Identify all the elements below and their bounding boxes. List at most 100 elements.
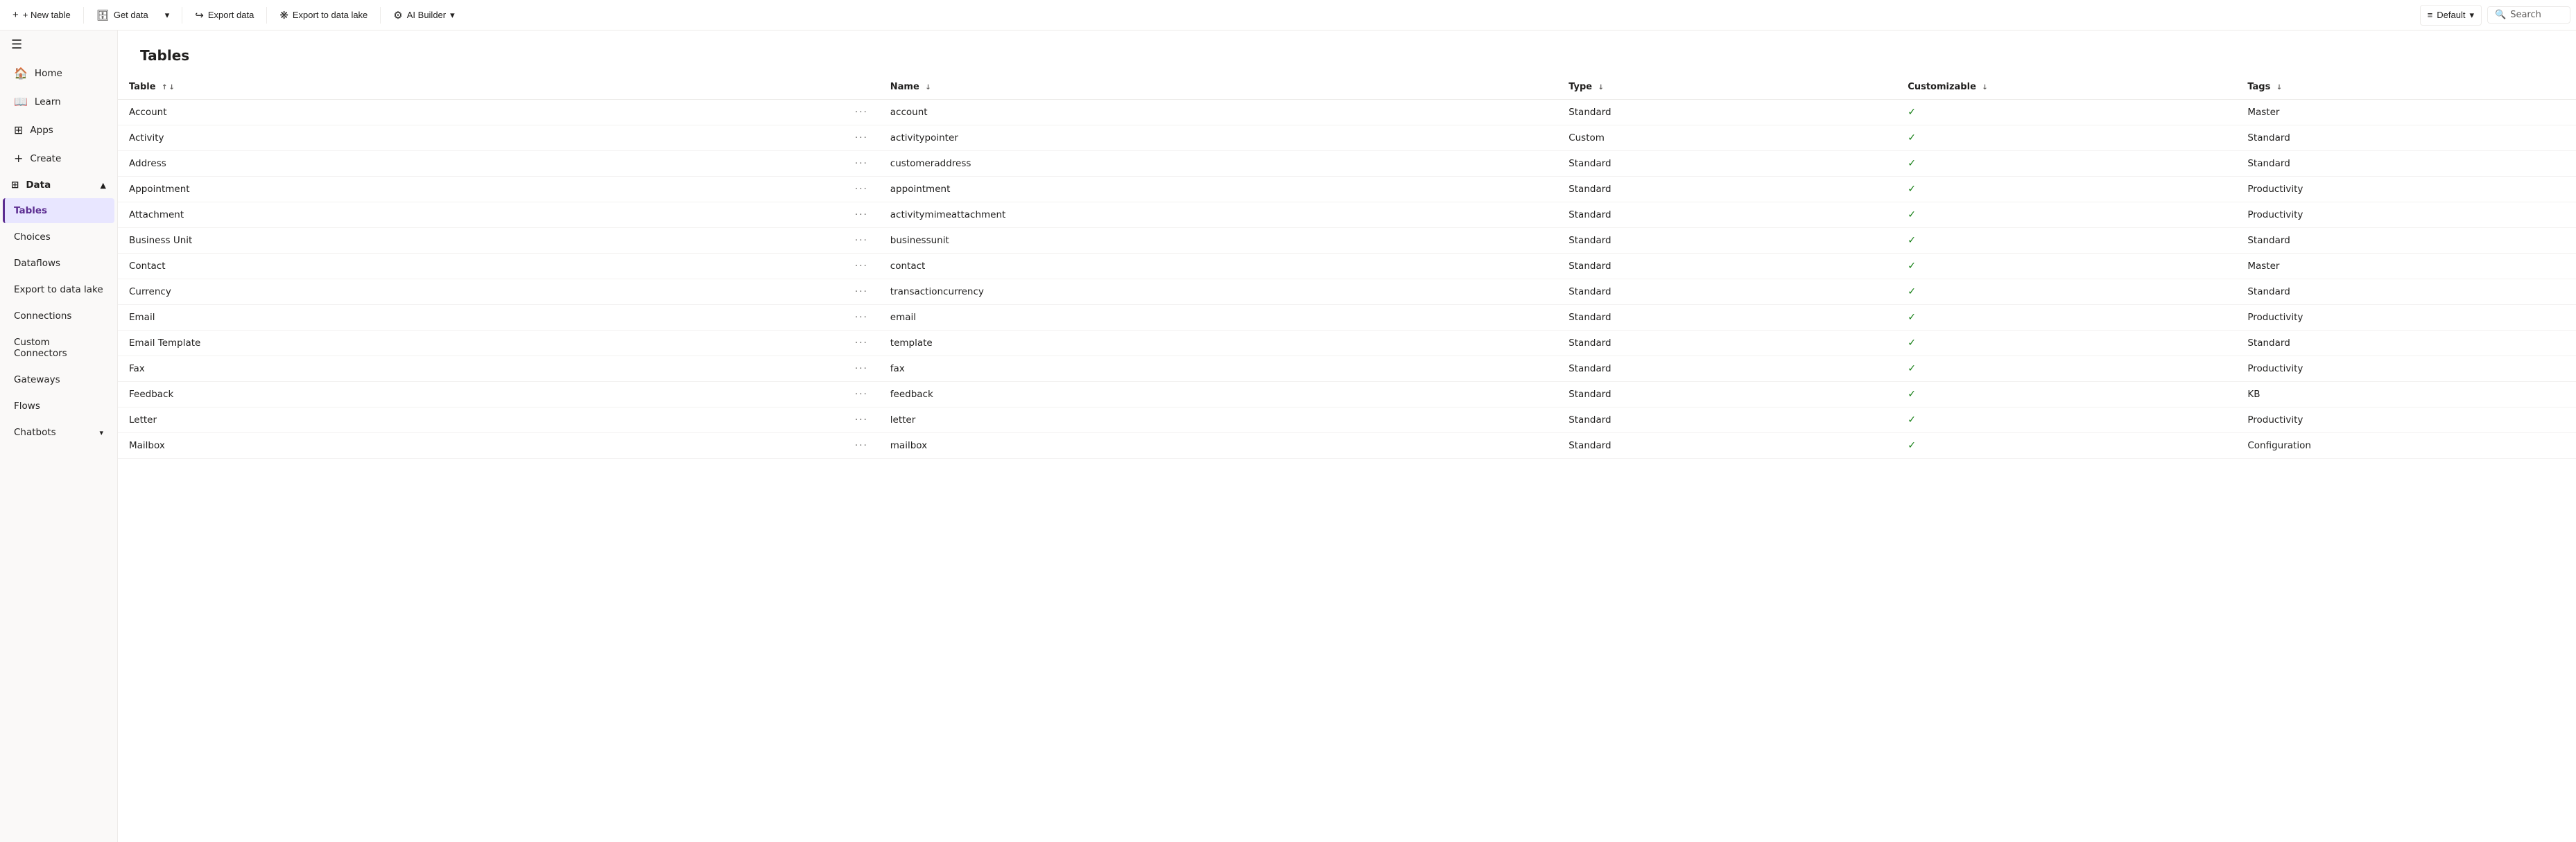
checkmark-icon: ✓ — [1908, 363, 1916, 374]
cell-row-menu[interactable]: ··· — [844, 433, 879, 459]
create-icon: + — [14, 152, 23, 165]
sidebar-group-data[interactable]: ⊞ Data ▲ — [0, 173, 117, 198]
cell-customizable: ✓ — [1896, 331, 2236, 356]
cell-type: Standard — [1557, 100, 1896, 125]
sidebar-item-choices[interactable]: Choices — [3, 225, 114, 249]
cell-type: Standard — [1557, 433, 1896, 459]
cell-table-name[interactable]: Appointment — [118, 177, 844, 202]
cell-table-name[interactable]: Feedback — [118, 382, 844, 407]
cell-table-name[interactable]: Address — [118, 151, 844, 177]
get-data-button[interactable]: 🗄 Get data — [89, 5, 155, 26]
name-sort-down-icon: ↓ — [925, 84, 931, 91]
cell-row-menu[interactable]: ··· — [844, 228, 879, 254]
col-header-dots — [844, 75, 879, 100]
get-data-dropdown[interactable]: ▾ — [158, 6, 177, 25]
table-row: Currency···transactioncurrencyStandard✓S… — [118, 279, 2576, 305]
cell-row-menu[interactable]: ··· — [844, 151, 879, 177]
table-row: Appointment···appointmentStandard✓Produc… — [118, 177, 2576, 202]
cell-schema-name: mailbox — [879, 433, 1557, 459]
sidebar-item-apps[interactable]: ⊞ Apps — [3, 116, 114, 143]
cell-row-menu[interactable]: ··· — [844, 279, 879, 305]
new-table-button[interactable]: + + New table — [6, 5, 78, 25]
cell-table-name[interactable]: Letter — [118, 407, 844, 433]
cell-type: Custom — [1557, 125, 1896, 151]
cell-customizable: ✓ — [1896, 228, 2236, 254]
cell-row-menu[interactable]: ··· — [844, 331, 879, 356]
checkmark-icon: ✓ — [1908, 337, 1916, 349]
cell-tags: Productivity — [2236, 407, 2576, 433]
cell-table-name[interactable]: Mailbox — [118, 433, 844, 459]
search-icon: 🔍 — [2495, 10, 2506, 20]
cell-type: Standard — [1557, 202, 1896, 228]
cell-row-menu[interactable]: ··· — [844, 125, 879, 151]
cell-table-name[interactable]: Email — [118, 305, 844, 331]
sidebar-item-home[interactable]: 🏠 Home — [3, 60, 114, 87]
search-box[interactable]: 🔍 Search — [2487, 6, 2570, 24]
cell-type: Standard — [1557, 279, 1896, 305]
cell-row-menu[interactable]: ··· — [844, 100, 879, 125]
cell-customizable: ✓ — [1896, 151, 2236, 177]
cell-table-name[interactable]: Business Unit — [118, 228, 844, 254]
col-header-type[interactable]: Type ↓ — [1557, 75, 1896, 100]
col-header-name[interactable]: Name ↓ — [879, 75, 1557, 100]
checkmark-icon: ✓ — [1908, 209, 1916, 220]
export-data-button[interactable]: ↪ Export data — [188, 5, 261, 26]
cell-table-name[interactable]: Attachment — [118, 202, 844, 228]
apps-icon: ⊞ — [14, 123, 23, 137]
cell-schema-name: businessunit — [879, 228, 1557, 254]
export-lake-button[interactable]: ❋ Export to data lake — [273, 5, 374, 26]
cell-table-name[interactable]: Currency — [118, 279, 844, 305]
sidebar-item-custom-connectors[interactable]: Custom Connectors — [3, 330, 114, 366]
default-chevron: ▾ — [2469, 10, 2474, 21]
cell-row-menu[interactable]: ··· — [844, 177, 879, 202]
learn-icon: 📖 — [14, 95, 28, 108]
sidebar-item-create[interactable]: + Create — [3, 145, 114, 172]
cell-type: Standard — [1557, 151, 1896, 177]
sidebar-item-export-lake[interactable]: Export to data lake — [3, 277, 114, 302]
sidebar-item-tables[interactable]: Tables — [3, 198, 114, 223]
sidebar-item-label: Apps — [30, 125, 53, 136]
ai-builder-button[interactable]: ⚙ AI Builder ▾ — [386, 5, 461, 26]
sidebar-item-label: Custom Connectors — [14, 337, 103, 359]
cell-customizable: ✓ — [1896, 305, 2236, 331]
separator-3 — [266, 7, 267, 24]
checkmark-icon: ✓ — [1908, 107, 1916, 118]
sidebar-item-gateways[interactable]: Gateways — [3, 367, 114, 392]
cell-table-name[interactable]: Email Template — [118, 331, 844, 356]
default-button[interactable]: ≡ Default ▾ — [2420, 5, 2482, 26]
cell-customizable: ✓ — [1896, 356, 2236, 382]
cell-schema-name: letter — [879, 407, 1557, 433]
col-header-table[interactable]: Table ↑ ↓ — [118, 75, 844, 100]
sidebar-group-label: Data — [26, 179, 51, 191]
cell-row-menu[interactable]: ··· — [844, 382, 879, 407]
col-header-tags[interactable]: Tags ↓ — [2236, 75, 2576, 100]
cell-table-name[interactable]: Activity — [118, 125, 844, 151]
cell-table-name[interactable]: Contact — [118, 254, 844, 279]
col-header-customizable[interactable]: Customizable ↓ — [1896, 75, 2236, 100]
cell-table-name[interactable]: Fax — [118, 356, 844, 382]
cell-table-name[interactable]: Account — [118, 100, 844, 125]
checkmark-icon: ✓ — [1908, 158, 1916, 169]
sidebar-item-learn[interactable]: 📖 Learn — [3, 88, 114, 115]
cell-row-menu[interactable]: ··· — [844, 305, 879, 331]
table-row: Attachment···activitymimeattachmentStand… — [118, 202, 2576, 228]
sidebar-item-dataflows[interactable]: Dataflows — [3, 251, 114, 276]
checkmark-icon: ✓ — [1908, 132, 1916, 143]
content-header: Tables — [118, 30, 2576, 75]
cell-row-menu[interactable]: ··· — [844, 407, 879, 433]
sidebar-item-connections[interactable]: Connections — [3, 304, 114, 328]
sidebar-item-label: Connections — [14, 310, 71, 322]
custom-sort-down-icon: ↓ — [1982, 84, 1987, 91]
cell-type: Standard — [1557, 356, 1896, 382]
sidebar-item-flows[interactable]: Flows — [3, 394, 114, 419]
cell-customizable: ✓ — [1896, 279, 2236, 305]
cell-row-menu[interactable]: ··· — [844, 254, 879, 279]
toolbar-right: ≡ Default ▾ 🔍 Search — [2420, 5, 2570, 26]
cell-schema-name: contact — [879, 254, 1557, 279]
hamburger-menu[interactable]: ☰ — [0, 30, 117, 59]
cell-row-menu[interactable]: ··· — [844, 356, 879, 382]
sidebar-item-label: Flows — [14, 401, 40, 412]
checkmark-icon: ✓ — [1908, 312, 1916, 323]
sidebar-item-chatbots[interactable]: Chatbots ▾ — [3, 420, 114, 445]
cell-row-menu[interactable]: ··· — [844, 202, 879, 228]
